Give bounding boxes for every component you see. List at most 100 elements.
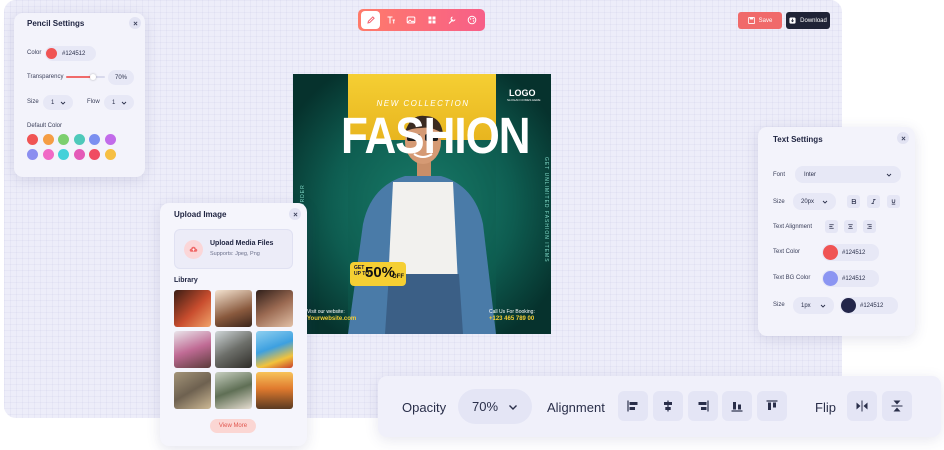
cloud-upload-icon bbox=[189, 246, 198, 252]
image-tool-button[interactable] bbox=[402, 11, 421, 29]
upload-dropzone[interactable]: Upload Media Files Supports: Jpeg, Png bbox=[174, 229, 293, 269]
close-icon bbox=[133, 21, 137, 25]
bold-button[interactable] bbox=[847, 195, 860, 208]
close-upload-button[interactable] bbox=[289, 208, 301, 220]
library-thumbnail[interactable] bbox=[174, 372, 211, 409]
poster-artwork[interactable]: NEW COLLECTION FASHION LOGO SLOGAN COMES… bbox=[293, 74, 551, 334]
text-bg-color-swatch[interactable] bbox=[823, 271, 838, 286]
upload-image-panel: Upload Image Upload Media Files Supports… bbox=[160, 203, 307, 446]
underline-button[interactable] bbox=[887, 195, 900, 208]
align-center-button[interactable] bbox=[844, 220, 857, 233]
flip-horizontal-button[interactable] bbox=[847, 391, 877, 421]
pencil-tool-button[interactable] bbox=[361, 11, 381, 29]
flip-vertical-icon bbox=[891, 400, 903, 412]
default-color-swatch[interactable] bbox=[27, 134, 38, 145]
align-left-object-button[interactable] bbox=[618, 391, 648, 421]
stroke-size-select[interactable]: 1px bbox=[793, 297, 834, 314]
layout-tool-button[interactable] bbox=[422, 11, 441, 29]
align-center-icon bbox=[848, 224, 853, 229]
flip-vertical-button[interactable] bbox=[882, 391, 912, 421]
view-more-button[interactable]: View More bbox=[210, 419, 256, 433]
default-color-swatch[interactable] bbox=[27, 149, 38, 160]
transparency-slider-handle[interactable] bbox=[90, 74, 97, 80]
tools-tool-button[interactable] bbox=[442, 11, 461, 29]
download-icon bbox=[789, 17, 796, 24]
upload-drop-subtitle: Supports: Jpeg, Png bbox=[210, 251, 260, 257]
align-top-object-button[interactable] bbox=[757, 391, 787, 421]
transparency-label: Transparency bbox=[27, 74, 64, 80]
text-bg-color-label: Text BG Color bbox=[773, 275, 811, 281]
text-size-select[interactable]: 20px bbox=[793, 193, 836, 210]
align-right-object-icon bbox=[698, 400, 709, 412]
text-settings-title: Text Settings bbox=[773, 135, 823, 144]
library-thumbnail[interactable] bbox=[215, 290, 252, 327]
flow-label: Flow bbox=[87, 99, 100, 105]
stroke-color-swatch[interactable] bbox=[841, 298, 856, 313]
chevron-down-icon bbox=[820, 304, 826, 308]
discount-badge: GET UP TO 50% OFF bbox=[350, 262, 406, 286]
align-right-object-button[interactable] bbox=[688, 391, 718, 421]
pencil-settings-title: Pencil Settings bbox=[27, 19, 85, 28]
default-color-swatch[interactable] bbox=[104, 149, 116, 160]
close-text-settings-button[interactable] bbox=[897, 132, 909, 144]
badge-percent: 50% bbox=[365, 264, 396, 281]
library-thumbnail[interactable] bbox=[256, 290, 293, 327]
default-color-swatch[interactable] bbox=[42, 134, 54, 145]
close-icon bbox=[901, 136, 905, 140]
default-color-swatch[interactable] bbox=[58, 134, 69, 145]
default-color-swatch[interactable] bbox=[73, 134, 85, 145]
pencil-size-select[interactable]: 1 bbox=[43, 95, 73, 110]
poster-side-text-right: GET UNLIMITED FASHION ITEMS bbox=[543, 157, 549, 263]
text-color-swatch[interactable] bbox=[823, 245, 838, 260]
text-icon bbox=[387, 16, 395, 24]
poster-phone: +123 465 789 00 bbox=[489, 316, 535, 322]
badge-off: OFF bbox=[392, 274, 404, 280]
font-select[interactable]: Inter bbox=[795, 166, 901, 183]
default-color-swatch[interactable] bbox=[89, 149, 100, 160]
color-tool-button[interactable] bbox=[463, 11, 482, 29]
opacity-select[interactable]: 70% bbox=[458, 389, 532, 424]
bold-icon bbox=[851, 198, 857, 205]
save-button[interactable]: Save bbox=[738, 12, 782, 29]
size-label: Size bbox=[27, 99, 39, 105]
color-label: Color bbox=[27, 50, 42, 56]
library-thumbnail[interactable] bbox=[174, 290, 211, 327]
default-color-swatch[interactable] bbox=[104, 134, 116, 145]
align-bottom-object-icon bbox=[731, 402, 743, 412]
library-thumbnail[interactable] bbox=[174, 331, 211, 368]
properties-bar: Opacity 70% Alignment Flip bbox=[378, 376, 941, 437]
poster-visit-label: Visit our website: bbox=[307, 309, 345, 315]
opacity-label: Opacity bbox=[402, 400, 447, 415]
pencil-color-swatch[interactable] bbox=[46, 48, 57, 59]
default-color-swatch[interactable] bbox=[42, 149, 54, 160]
chevron-down-icon bbox=[122, 101, 127, 105]
upload-cloud-icon-wrap bbox=[184, 240, 203, 259]
close-pencil-settings-button[interactable] bbox=[129, 17, 141, 29]
transparency-value: 70% bbox=[114, 74, 127, 81]
download-button[interactable]: Download bbox=[786, 12, 830, 29]
transparency-value-field[interactable]: 70% bbox=[108, 70, 134, 85]
download-label: Download bbox=[800, 17, 827, 24]
align-left-object-icon bbox=[627, 400, 638, 412]
poster-logo-slogan: SLOGAN COMES HERE bbox=[507, 98, 541, 102]
default-color-swatch[interactable] bbox=[89, 134, 100, 145]
font-label: Font bbox=[773, 172, 786, 178]
text-tool-button[interactable] bbox=[381, 11, 400, 29]
library-thumbnail[interactable] bbox=[215, 331, 252, 368]
library-thumbnail[interactable] bbox=[256, 372, 293, 409]
text-color-value: #124512 bbox=[842, 249, 866, 256]
library-thumbnail[interactable] bbox=[215, 372, 252, 409]
pencil-flow-select[interactable]: 1 bbox=[104, 95, 134, 110]
default-color-swatch[interactable] bbox=[58, 149, 69, 160]
align-center-object-button[interactable] bbox=[653, 391, 683, 421]
library-thumbnail[interactable] bbox=[256, 331, 293, 368]
text-color-label: Text Color bbox=[773, 249, 801, 255]
default-color-swatch[interactable] bbox=[73, 149, 85, 160]
stroke-size-label: Size bbox=[773, 302, 785, 308]
transparency-slider-track[interactable] bbox=[66, 74, 105, 80]
italic-button[interactable] bbox=[867, 195, 880, 208]
text-size-value: 20px bbox=[801, 198, 815, 205]
align-left-button[interactable] bbox=[825, 220, 838, 233]
align-bottom-object-button[interactable] bbox=[722, 391, 752, 421]
align-right-button[interactable] bbox=[863, 220, 876, 233]
